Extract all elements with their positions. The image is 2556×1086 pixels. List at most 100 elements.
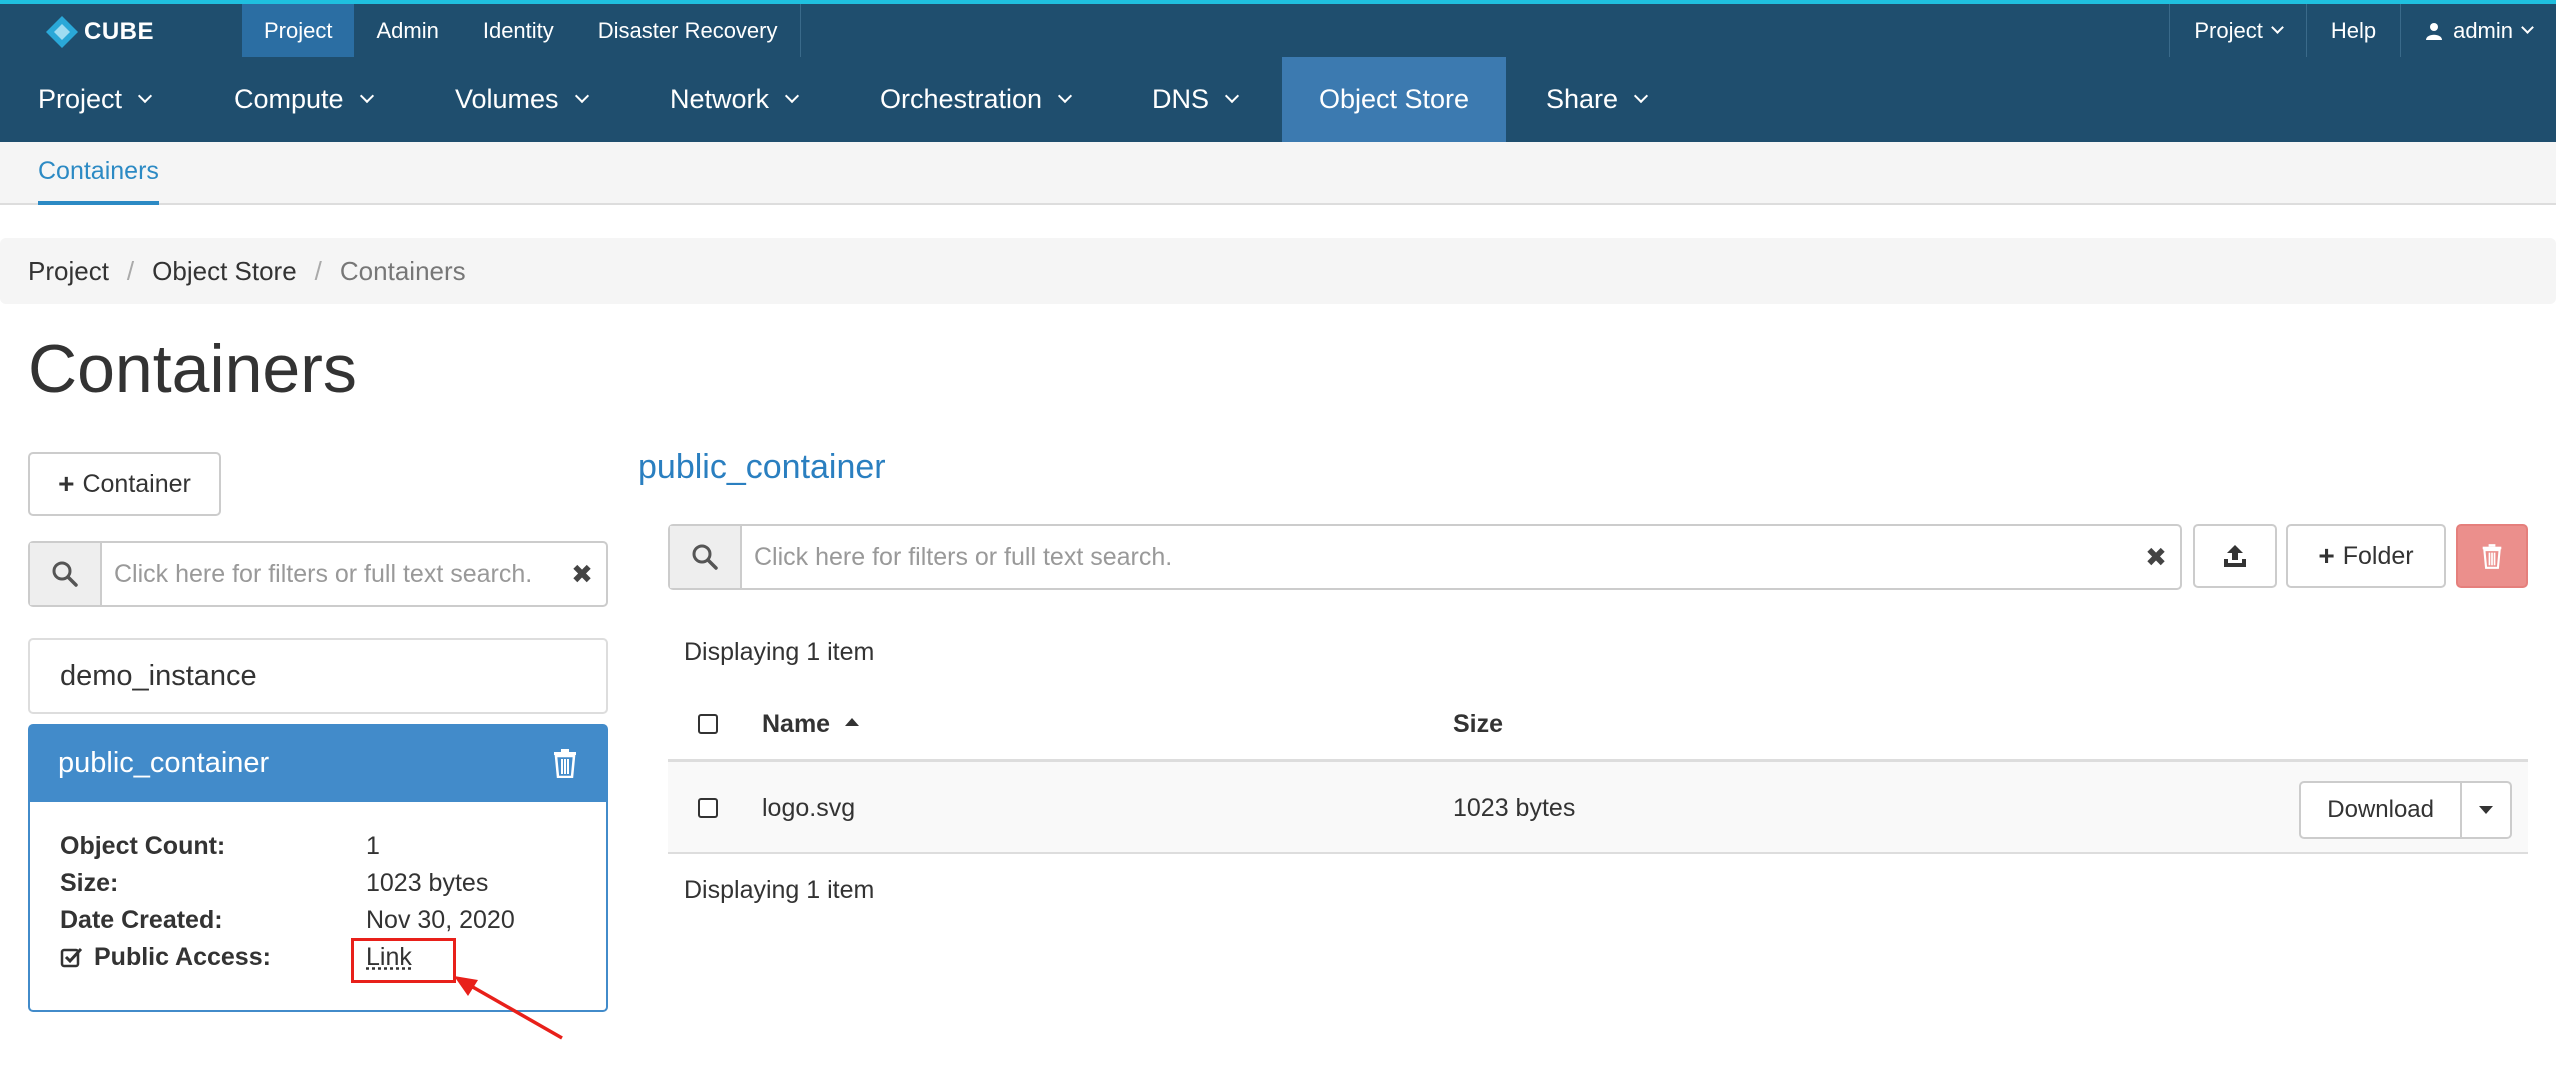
upload-file-button[interactable] <box>2193 524 2277 588</box>
add-container-button[interactable]: + Container <box>28 452 221 516</box>
detail-value: 1023 bytes <box>366 869 489 897</box>
main-nav-volumes[interactable]: Volumes <box>455 57 589 142</box>
main-navbar: Project Compute Volumes Network Orchestr… <box>0 57 2556 142</box>
top-nav-identity[interactable]: Identity <box>461 4 576 57</box>
user-icon <box>2426 22 2443 40</box>
search-icon <box>52 561 78 587</box>
chevron-down-icon <box>574 88 589 104</box>
row-actions: Download <box>2299 781 2512 839</box>
breadcrumb-object-store[interactable]: Object Store <box>152 256 297 287</box>
delete-objects-button[interactable] <box>2456 524 2528 588</box>
user-menu-dropdown[interactable]: admin <box>2400 4 2556 57</box>
row-checkbox[interactable] <box>698 798 718 818</box>
caret-down-icon <box>2479 806 2493 814</box>
object-name: logo.svg <box>762 794 856 822</box>
item-count-bottom: Displaying 1 item <box>684 876 875 904</box>
help-link[interactable]: Help <box>2305 4 2400 57</box>
main-nav-label: Network <box>670 84 770 114</box>
detail-label: Size: <box>60 869 119 897</box>
main-nav-share[interactable]: Share <box>1546 57 1649 142</box>
table-row: logo.svg 1023 bytes Download <box>668 762 2528 854</box>
table-header: Name Size <box>668 686 2528 762</box>
breadcrumb-project[interactable]: Project <box>28 256 109 287</box>
select-all-checkbox[interactable] <box>698 714 718 734</box>
search-addon <box>670 526 742 588</box>
main-nav-label: Share <box>1546 84 1619 114</box>
chevron-down-icon <box>2521 21 2534 34</box>
main-nav-orchestration[interactable]: Orchestration <box>880 57 1073 142</box>
container-search-input[interactable] <box>102 543 558 605</box>
brand-logo[interactable]: CUBE <box>44 12 154 52</box>
main-nav-object-store[interactable]: Object Store <box>1282 57 1506 142</box>
sub-navbar: Containers <box>0 142 2556 205</box>
container-name: public_container <box>58 746 270 779</box>
plus-icon: + <box>2318 540 2335 571</box>
container-item-demo-instance[interactable]: demo_instance <box>28 638 608 714</box>
detail-label-row: Public Access: <box>60 943 271 972</box>
main-nav-dns[interactable]: DNS <box>1152 57 1240 142</box>
chevron-down-icon <box>1224 88 1240 104</box>
object-search-input[interactable] <box>742 526 2132 588</box>
user-name: admin <box>2453 18 2513 43</box>
search-addon <box>30 543 102 605</box>
trash-icon <box>2482 544 2502 569</box>
clear-search-icon[interactable]: ✖ <box>558 543 606 605</box>
main-nav-label: Project <box>38 84 123 114</box>
chevron-down-icon <box>1058 88 1073 104</box>
search-icon <box>692 544 718 570</box>
container-name: demo_instance <box>60 659 257 692</box>
add-folder-label: Folder <box>2342 541 2414 570</box>
tab-containers[interactable]: Containers <box>38 142 159 205</box>
main-nav-network[interactable]: Network <box>670 57 800 142</box>
chevron-down-icon <box>784 88 800 104</box>
project-switcher-dropdown[interactable]: Project <box>2169 4 2305 57</box>
main-nav-label: Orchestration <box>880 84 1043 114</box>
plus-icon: + <box>58 468 75 499</box>
checkbox-checked-icon <box>60 948 83 968</box>
object-search-bar: ✖ <box>668 524 2182 590</box>
main-nav-compute[interactable]: Compute <box>234 57 374 142</box>
project-switcher-label: Project <box>2194 18 2263 43</box>
selected-container-title: public_container <box>638 448 886 486</box>
top-nav-project[interactable]: Project <box>242 4 355 57</box>
breadcrumb-containers: Containers <box>339 255 466 286</box>
brand-text: CUBE <box>84 18 155 45</box>
main-nav-label: Volumes <box>455 84 559 114</box>
add-container-label: Container <box>82 469 191 498</box>
main-nav-label: Compute <box>234 84 344 114</box>
download-button[interactable]: Download <box>2299 781 2462 839</box>
top-nav-admin[interactable]: Admin <box>354 4 460 57</box>
object-size: 1023 bytes <box>1453 794 1576 822</box>
chevron-down-icon <box>2270 21 2284 34</box>
top-nav-disaster-recovery[interactable]: Disaster Recovery <box>576 4 800 57</box>
sort-ascending-icon <box>845 718 860 726</box>
detail-value: 1 <box>366 832 380 860</box>
column-label: Name <box>762 710 831 738</box>
chevron-down-icon <box>1633 88 1649 104</box>
detail-label: Public Access: <box>94 943 271 971</box>
detail-value: Nov 30, 2020 <box>366 906 515 934</box>
clear-search-icon[interactable]: ✖ <box>2132 526 2180 588</box>
main-nav-label: DNS <box>1152 84 1210 114</box>
column-header-name[interactable]: Name <box>762 710 860 739</box>
add-folder-button[interactable]: + Folder <box>2286 524 2446 588</box>
page-title: Containers <box>28 331 357 407</box>
top-nav-left: Project Admin Identity Disaster Recovery <box>242 4 801 57</box>
detail-label: Date Created: <box>60 906 223 934</box>
top-nav-right: Project Help admin <box>2169 4 2556 57</box>
chevron-down-icon <box>137 88 153 104</box>
annotation-arrow-icon <box>454 976 563 1040</box>
row-actions-dropdown[interactable] <box>2462 781 2512 839</box>
breadcrumb: Project / Object Store / Containers <box>0 238 2556 304</box>
column-header-size: Size <box>1453 710 1504 738</box>
chevron-down-icon <box>359 88 374 104</box>
help-label: Help <box>2330 18 2377 43</box>
main-nav-project[interactable]: Project <box>38 57 153 142</box>
upload-icon <box>2224 545 2246 567</box>
container-item-public-container[interactable]: public_container <box>28 724 608 802</box>
main-nav-label: Object Store <box>1318 84 1470 114</box>
trash-icon[interactable] <box>552 748 578 778</box>
item-count-top: Displaying 1 item <box>684 638 875 666</box>
container-search-bar: ✖ <box>28 541 608 607</box>
top-navbar: CUBE Project Admin Identity Disaster Rec… <box>0 0 2556 57</box>
